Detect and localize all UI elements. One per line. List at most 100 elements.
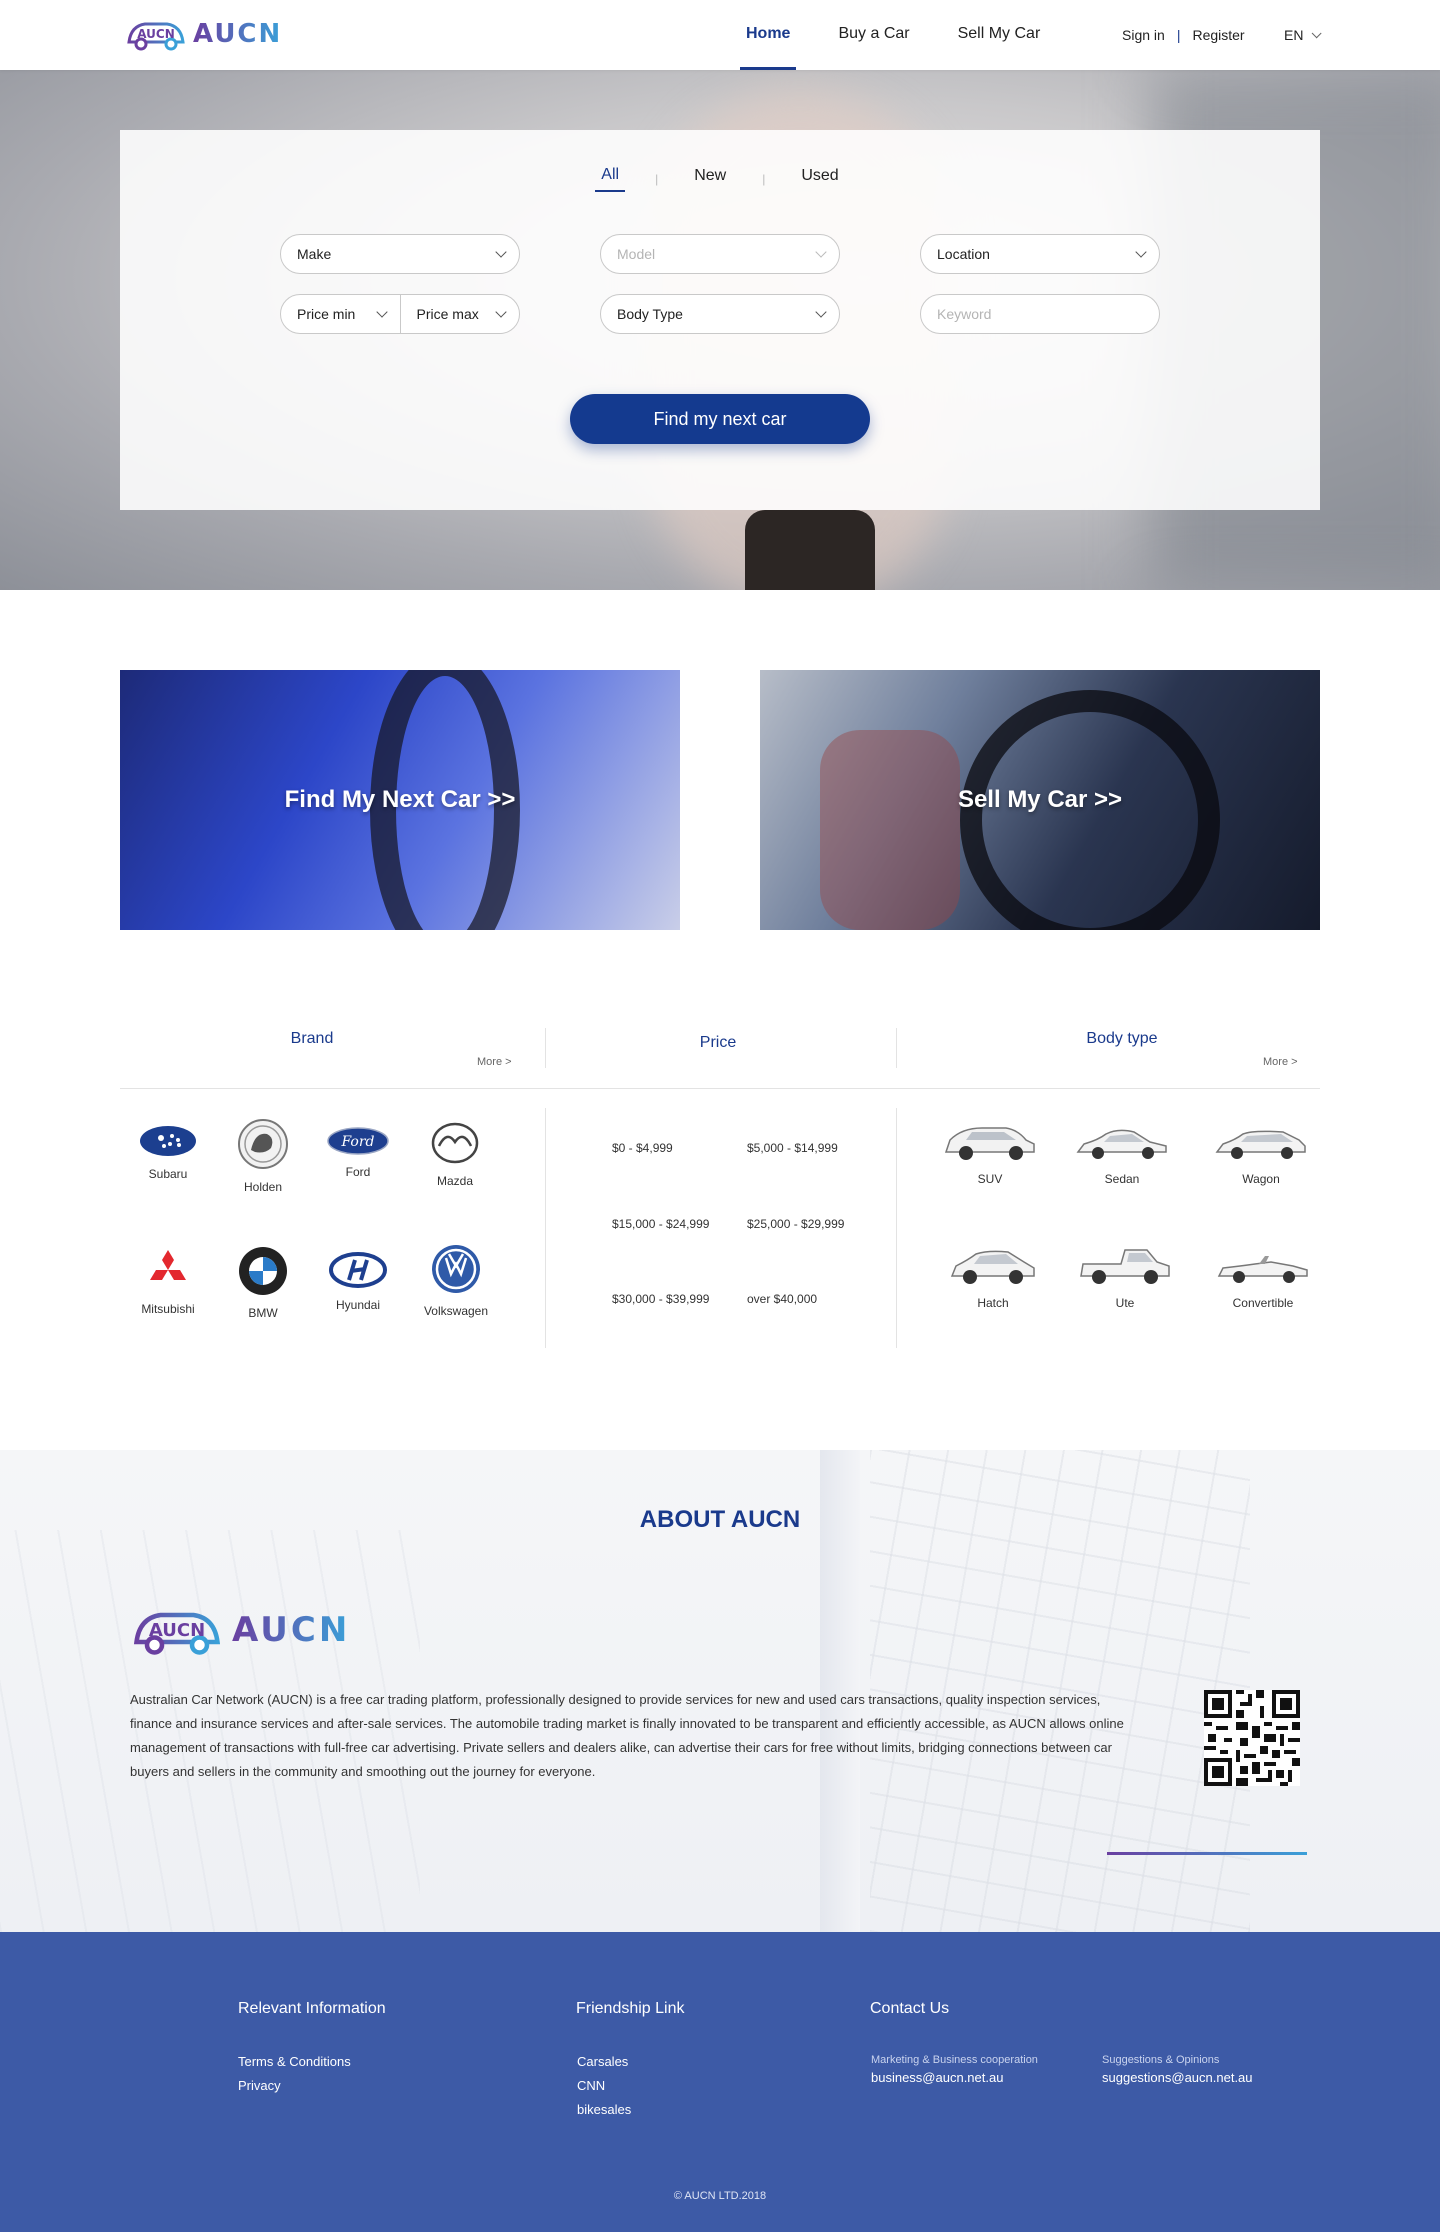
cnn-link[interactable]: CNN xyxy=(577,2078,605,2093)
body-type-suv[interactable]: SUV xyxy=(935,1122,1045,1186)
brand-volkswagen[interactable]: Volkswagen xyxy=(406,1244,506,1318)
svg-text:Ford: Ford xyxy=(340,1134,374,1150)
brand-label: Mitsubishi xyxy=(141,1302,195,1316)
price-min-select[interactable]: Price min xyxy=(281,295,400,333)
location-select[interactable]: Location xyxy=(920,234,1160,274)
convertible-car-icon xyxy=(1217,1256,1308,1283)
tab-separator: | xyxy=(655,172,659,186)
language-label: EN xyxy=(1284,27,1304,43)
ute-car-icon xyxy=(1080,1249,1170,1284)
search-panel: All | New | Used Make Model Location Pri… xyxy=(120,130,1320,510)
category-divider xyxy=(120,1088,1320,1089)
make-select[interactable]: Make xyxy=(280,234,520,274)
brand-more-link[interactable]: More > xyxy=(477,1056,512,1068)
suv-car-icon xyxy=(944,1127,1035,1160)
tab-separator: | xyxy=(762,172,766,186)
brand-label: Holden xyxy=(243,1180,283,1194)
sell-my-car-card[interactable]: Sell My Car >> xyxy=(760,670,1320,930)
column-divider xyxy=(896,1108,897,1348)
body-type-wagon[interactable]: Wagon xyxy=(1206,1124,1316,1186)
brand-heading: Brand xyxy=(290,1030,334,1047)
tab-used[interactable]: Used xyxy=(795,167,844,191)
contact-heading: Contact Us xyxy=(870,2000,950,2017)
carsales-link[interactable]: Carsales xyxy=(577,2054,628,2069)
brand-label: Ford xyxy=(345,1165,371,1179)
keyword-input[interactable]: Keyword xyxy=(920,294,1160,334)
chevron-down-icon xyxy=(495,306,507,318)
chevron-down-icon xyxy=(1135,246,1147,258)
mazda-logo-icon xyxy=(405,1122,505,1164)
price-range-link[interactable]: over $40,000 xyxy=(747,1292,817,1306)
logo-text: AUCN xyxy=(232,1610,351,1650)
body-type-select[interactable]: Body Type xyxy=(600,294,840,334)
body-type-ute[interactable]: Ute xyxy=(1070,1244,1180,1310)
business-email-link[interactable]: business@aucn.net.au xyxy=(871,2070,1003,2085)
about-title: ABOUT AUCN xyxy=(639,1506,801,1533)
price-heading: Price xyxy=(699,1034,737,1051)
find-car-button[interactable]: Find my next car xyxy=(570,394,870,444)
find-my-next-car-card[interactable]: Find My Next Car >> xyxy=(120,670,680,930)
terms-link[interactable]: Terms & Conditions xyxy=(238,2054,351,2069)
chevron-down-icon xyxy=(375,306,388,318)
body-type-heading: Body type xyxy=(1086,1030,1158,1047)
model-select[interactable]: Model xyxy=(600,234,840,274)
hero-key-graphic xyxy=(745,510,875,590)
volkswagen-logo-icon xyxy=(406,1244,506,1294)
copyright-text: © AUCN LTD.2018 xyxy=(673,2190,767,2202)
register-link[interactable]: Register xyxy=(1192,27,1244,43)
price-max-select[interactable]: Price max xyxy=(399,295,520,333)
site-footer: Relevant Information Terms & Conditions … xyxy=(0,1932,1440,2232)
chevron-down-icon xyxy=(815,246,827,258)
accent-bar xyxy=(1107,1852,1307,1855)
bmw-logo-icon xyxy=(213,1246,313,1296)
body-type-hatch[interactable]: Hatch xyxy=(938,1246,1048,1310)
keyword-input-placeholder: Keyword xyxy=(937,306,992,322)
tab-new[interactable]: New xyxy=(688,167,732,191)
condition-tabs: All | New | Used xyxy=(120,166,1320,192)
hyundai-logo-icon xyxy=(308,1252,408,1288)
nav-buy-a-car[interactable]: Buy a Car xyxy=(838,0,909,70)
site-logo[interactable]: AUCN AUCN xyxy=(125,14,282,54)
make-select-label: Make xyxy=(297,246,332,262)
nav-home[interactable]: Home xyxy=(739,0,797,70)
tab-all[interactable]: All xyxy=(595,166,626,192)
hero-banner: All | New | Used Make Model Location Pri… xyxy=(0,70,1440,590)
brand-label: Mazda xyxy=(436,1174,474,1188)
brand-holden[interactable]: Holden xyxy=(213,1118,313,1194)
privacy-link[interactable]: Privacy xyxy=(238,2078,281,2093)
chevron-down-icon xyxy=(815,306,827,318)
body-type-sedan[interactable]: Sedan xyxy=(1067,1124,1177,1186)
holden-logo-icon xyxy=(213,1118,313,1170)
car-logo-icon: AUCN xyxy=(133,1612,221,1655)
chevron-down-icon xyxy=(1312,27,1323,38)
price-range-link[interactable]: $15,000 - $24,999 xyxy=(612,1217,709,1231)
svg-text:AUCN: AUCN xyxy=(137,27,175,41)
bikesales-link[interactable]: bikesales xyxy=(577,2102,631,2117)
suggestions-label: Suggestions & Opinions xyxy=(1102,2054,1220,2066)
column-divider xyxy=(545,1108,546,1348)
brand-mazda[interactable]: Mazda xyxy=(405,1122,505,1188)
nav-sell-my-car[interactable]: Sell My Car xyxy=(958,0,1041,70)
price-range-link[interactable]: $5,000 - $14,999 xyxy=(747,1141,838,1155)
ford-logo-icon: Ford xyxy=(308,1127,408,1155)
brand-mitsubishi[interactable]: Mitsubishi xyxy=(118,1248,218,1316)
brand-hyundai[interactable]: Hyundai xyxy=(308,1252,408,1312)
svg-text:AUCN: AUCN xyxy=(149,1620,205,1641)
column-divider xyxy=(545,1028,546,1068)
brand-bmw[interactable]: BMW xyxy=(213,1246,313,1320)
body-type-convertible[interactable]: Convertible xyxy=(1208,1248,1318,1310)
price-range-link[interactable]: $30,000 - $39,999 xyxy=(612,1292,709,1306)
body-type-label: Sedan xyxy=(1104,1172,1140,1186)
price-range-link[interactable]: $25,000 - $29,999 xyxy=(747,1217,844,1231)
sign-in-link[interactable]: Sign in xyxy=(1122,27,1165,43)
suggestions-email-link[interactable]: suggestions@aucn.net.au xyxy=(1102,2070,1253,2085)
price-range-link[interactable]: $0 - $4,999 xyxy=(612,1141,673,1155)
auth-links: Sign in | Register xyxy=(1122,0,1245,70)
language-selector[interactable]: EN xyxy=(1284,0,1323,70)
brand-subaru[interactable]: Subaru xyxy=(118,1125,218,1181)
body-type-label: Convertible xyxy=(1232,1296,1294,1310)
brand-label: Volkswagen xyxy=(423,1304,489,1318)
brand-ford[interactable]: Ford Ford xyxy=(308,1127,408,1179)
body-type-more-link[interactable]: More > xyxy=(1263,1056,1298,1068)
main-nav: Home Buy a Car Sell My Car xyxy=(739,0,1088,70)
